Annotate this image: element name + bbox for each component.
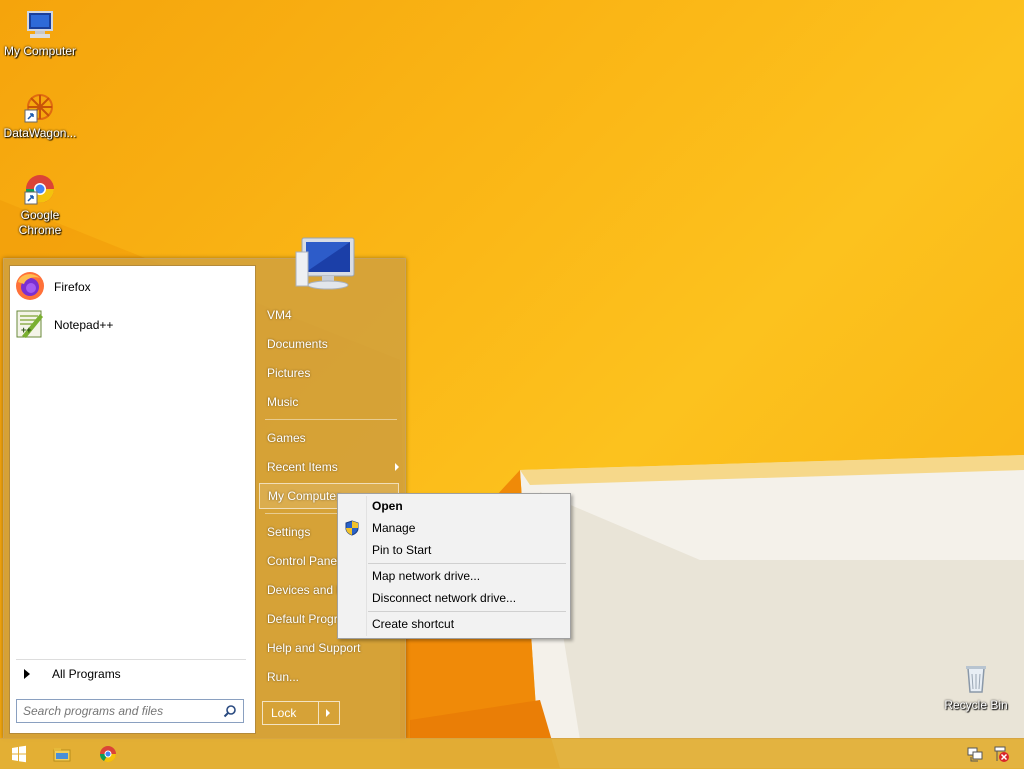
- chevron-right-icon[interactable]: [326, 709, 330, 717]
- svg-text:++: ++: [21, 325, 32, 335]
- desktop-icon-recycle-bin[interactable]: Recycle Bin: [936, 662, 1016, 713]
- lock-button[interactable]: Lock: [262, 701, 340, 725]
- context-item-label: Manage: [372, 521, 416, 535]
- start-item-music[interactable]: Music: [259, 390, 407, 414]
- desktop-icon-label: My Computer: [3, 44, 77, 58]
- desktop-icon-datawagon[interactable]: DataWagon...: [0, 90, 80, 141]
- taskbar-chrome[interactable]: [96, 742, 120, 766]
- context-item-label: Map network drive...: [372, 569, 481, 583]
- context-item-pin-to-start[interactable]: Pin to Start: [340, 539, 566, 561]
- context-item-label: Open: [372, 499, 403, 513]
- desktop-icon-my-computer[interactable]: My Computer: [0, 8, 80, 59]
- firefox-icon: [14, 270, 46, 305]
- chrome-icon: [96, 746, 120, 769]
- separator: [368, 611, 566, 612]
- desktop-icon-google-chrome[interactable]: Google Chrome: [0, 172, 80, 238]
- all-programs-label: All Programs: [52, 667, 121, 681]
- taskbar-file-explorer[interactable]: [50, 742, 74, 766]
- all-programs-button[interactable]: All Programs: [16, 659, 246, 688]
- start-item-pictures[interactable]: Pictures: [259, 361, 407, 385]
- context-item-disconnect-network-drive[interactable]: Disconnect network drive...: [340, 587, 566, 609]
- pinned-item-firefox[interactable]: Firefox: [14, 270, 250, 304]
- recycle-bin-icon: [959, 662, 993, 696]
- context-item-map-network-drive[interactable]: Map network drive...: [340, 565, 566, 587]
- pinned-item-label: Firefox: [54, 280, 91, 294]
- taskbar: [0, 738, 1024, 769]
- context-menu: Open Manage Pin to Start Map network dri…: [337, 493, 571, 639]
- start-item-recent-items[interactable]: Recent Items: [259, 455, 407, 479]
- notepadpp-icon: ++: [14, 308, 46, 343]
- my-computer-icon: [23, 8, 57, 42]
- chevron-right-icon: [395, 463, 399, 471]
- start-item-documents[interactable]: Documents: [259, 332, 407, 356]
- recent-items-label: Recent Items: [267, 460, 338, 474]
- context-item-create-shortcut[interactable]: Create shortcut: [340, 613, 566, 635]
- start-menu-programs-pane: Firefox ++ Notepad++ All Programs: [9, 265, 256, 734]
- separator: [368, 563, 566, 564]
- chevron-right-icon: [24, 669, 30, 679]
- action-center-icon[interactable]: [992, 745, 1010, 763]
- start-button[interactable]: [7, 742, 31, 766]
- desktop-icon-label: Google Chrome: [18, 208, 62, 237]
- datawagon-icon: [23, 90, 57, 124]
- start-item-games[interactable]: Games: [259, 426, 407, 450]
- context-item-label: Disconnect network drive...: [372, 591, 517, 605]
- pinned-item-notepadpp[interactable]: ++ Notepad++: [14, 308, 250, 342]
- file-explorer-icon: [50, 748, 74, 769]
- my-computer-icon: [294, 234, 358, 292]
- start-item-run[interactable]: Run...: [259, 665, 407, 689]
- search-box[interactable]: [16, 699, 244, 723]
- desktop-icon-label: DataWagon...: [3, 126, 77, 140]
- start-item-help-support[interactable]: Help and Support: [259, 636, 407, 660]
- context-item-label: Create shortcut: [372, 617, 455, 631]
- separator: [265, 419, 397, 420]
- desktop-icon-label: Recycle Bin: [944, 698, 1008, 712]
- pinned-item-label: Notepad++: [54, 318, 114, 332]
- network-icon[interactable]: [966, 745, 984, 763]
- context-item-label: Pin to Start: [372, 543, 432, 557]
- chrome-icon: [23, 172, 57, 206]
- context-item-manage[interactable]: Manage: [340, 517, 566, 539]
- context-item-open[interactable]: Open: [340, 495, 566, 517]
- search-input[interactable]: [21, 703, 221, 719]
- start-item-user[interactable]: VM4: [259, 303, 407, 327]
- separator: [318, 702, 319, 724]
- search-icon[interactable]: [223, 704, 237, 718]
- lock-button-label: Lock: [271, 706, 297, 720]
- start-button-icon: [7, 745, 31, 769]
